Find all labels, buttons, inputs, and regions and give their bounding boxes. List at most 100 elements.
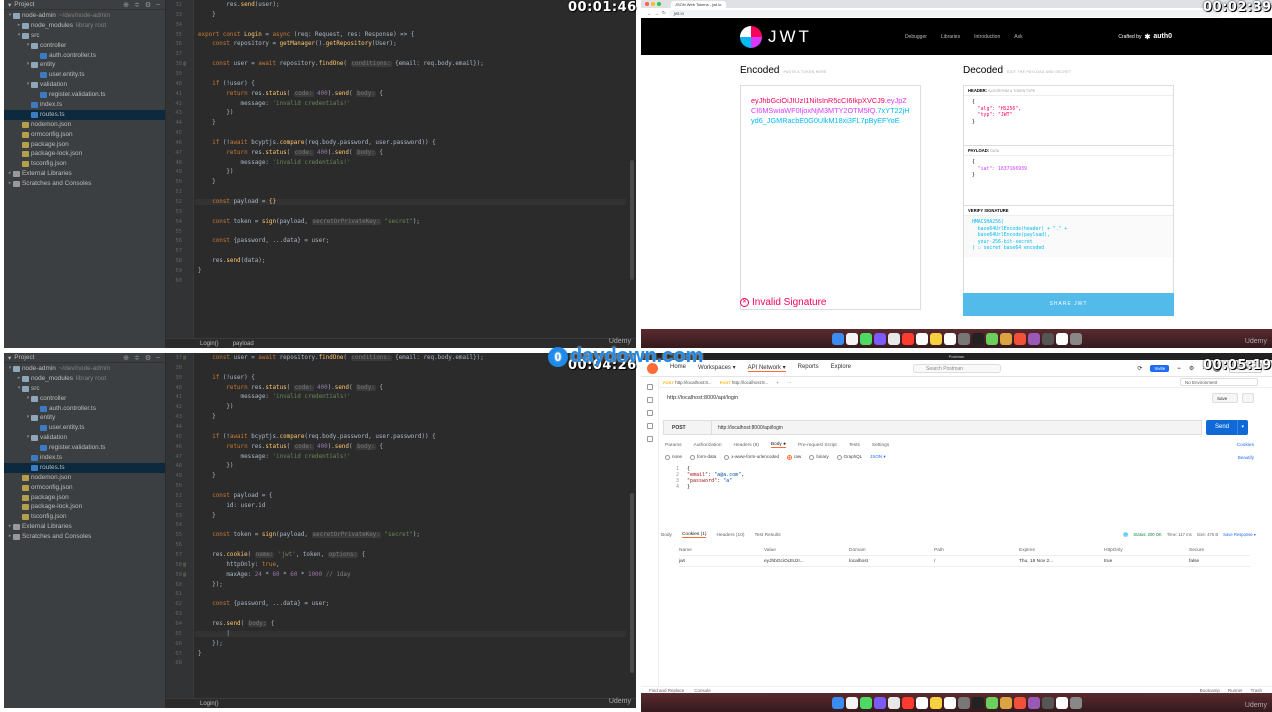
- nav-link[interactable]: Ask: [1014, 34, 1022, 40]
- response-tab[interactable]: Test Results: [754, 533, 780, 538]
- dock-app-icon[interactable]: [1041, 696, 1054, 709]
- save-response-button[interactable]: Save Response ▾: [1223, 532, 1256, 538]
- nav-item[interactable]: Workspaces ▾: [698, 364, 736, 372]
- send-button[interactable]: Send: [1206, 420, 1248, 435]
- dock-app-icon[interactable]: [999, 696, 1012, 709]
- request-subtab[interactable]: Headers (8): [734, 443, 759, 448]
- payload-json[interactable]: { "iat": 1637166939 }: [964, 156, 1173, 184]
- dock-app-icon[interactable]: [1055, 332, 1068, 345]
- dock-app-icon[interactable]: [929, 696, 942, 709]
- target-icon[interactable]: ⊕: [123, 354, 129, 362]
- dock-app-icon[interactable]: [831, 332, 844, 345]
- dock-app-icon[interactable]: [999, 332, 1012, 345]
- tree-item[interactable]: ormconfig.json: [4, 483, 165, 493]
- dock-app-icon[interactable]: [985, 696, 998, 709]
- breadcrumb-item[interactable]: Login(): [200, 341, 219, 347]
- verify-code[interactable]: HMACSHA256( base64UrlEncode(header) + ".…: [964, 216, 1173, 257]
- browser-tab[interactable]: JSON Web Tokens - jwt.io: [671, 1, 726, 8]
- request-tab-2[interactable]: POST http://localhost:8...: [720, 380, 769, 385]
- jwt-logo[interactable]: JWT: [740, 25, 812, 48]
- radio-icon[interactable]: [690, 454, 696, 460]
- radio-icon[interactable]: [836, 454, 842, 460]
- dock-app-icon[interactable]: [845, 696, 858, 709]
- tree-item[interactable]: ▸ node_modules library root: [4, 374, 165, 384]
- tree-item[interactable]: ▾ src: [4, 31, 165, 41]
- dock-app-icon[interactable]: [845, 332, 858, 345]
- dock-app-icon[interactable]: [873, 332, 886, 345]
- request-subtab[interactable]: Settings: [872, 443, 889, 448]
- nav-item[interactable]: Explore: [831, 364, 851, 372]
- tree-item[interactable]: ▸ External Libraries: [4, 169, 165, 179]
- header-json[interactable]: { "alg": "HS256", "typ": "JWT" }: [964, 96, 1173, 130]
- dock-app-icon[interactable]: [985, 332, 998, 345]
- maximize-dot[interactable]: [657, 2, 661, 6]
- scrollbar[interactable]: [630, 160, 634, 280]
- body-option[interactable]: binary: [809, 454, 829, 460]
- collapse-icon[interactable]: ≑: [134, 1, 140, 9]
- request-subtab[interactable]: Body ●: [770, 442, 787, 448]
- dock-app-icon[interactable]: [1027, 332, 1040, 345]
- tree-item[interactable]: user.entity.ts: [4, 423, 165, 433]
- tree-item[interactable]: user.entity.ts: [4, 70, 165, 80]
- dock-app-icon[interactable]: [1027, 696, 1040, 709]
- dock-app-icon[interactable]: [1013, 696, 1026, 709]
- tree-item[interactable]: ▾ validation: [4, 80, 165, 90]
- nav-link[interactable]: Introduction: [974, 34, 1000, 40]
- dock-app-icon[interactable]: [859, 332, 872, 345]
- body-option[interactable]: form-data: [690, 454, 716, 460]
- tree-item[interactable]: ▸ Scratches and Consoles: [4, 532, 165, 542]
- dock-app-icon[interactable]: [957, 696, 970, 709]
- code-editor[interactable]: 37 @38 39 40 41 42 43 44 45 46 47 48 49 50 51 52 53 54 55 5…: [166, 353, 636, 708]
- environment-select[interactable]: No Environment: [1180, 378, 1258, 386]
- tree-item[interactable]: index.ts: [4, 100, 165, 110]
- request-subtab[interactable]: Params: [665, 443, 682, 448]
- request-title[interactable]: http://localhost:8000/api/login: [667, 395, 738, 401]
- dock-app-icon[interactable]: [1055, 696, 1068, 709]
- apis-icon[interactable]: [646, 397, 653, 403]
- tree-item[interactable]: package.json: [4, 493, 165, 503]
- radio-icon[interactable]: [787, 454, 793, 460]
- request-body-editor[interactable]: 1{ 2 "email": "a@a.com", 3 "password": "…: [665, 466, 1254, 516]
- tree-item[interactable]: ▾ entity: [4, 60, 165, 70]
- collapse-icon[interactable]: ≑: [134, 354, 140, 362]
- tree-item[interactable]: package.json: [4, 140, 165, 150]
- dock-app-icon[interactable]: [901, 696, 914, 709]
- console-button[interactable]: Console: [694, 688, 711, 693]
- invite-button[interactable]: Invite: [1150, 364, 1170, 372]
- tree-item[interactable]: auth.controller.ts: [4, 404, 165, 414]
- tree-item[interactable]: register.validation.ts: [4, 443, 165, 453]
- nav-link[interactable]: Libraries: [941, 34, 960, 40]
- tree-item[interactable]: package-lock.json: [4, 502, 165, 512]
- dock-app-icon[interactable]: [901, 332, 914, 345]
- breadcrumb-item[interactable]: payload: [233, 341, 254, 347]
- tree-item[interactable]: auth.controller.ts: [4, 51, 165, 61]
- tree-item[interactable]: tsconfig.json: [4, 159, 165, 169]
- request-url-input[interactable]: http://localhost:8000/api/login: [711, 420, 1202, 435]
- share-jwt-button[interactable]: SHARE JWT: [963, 293, 1174, 316]
- history-icon[interactable]: [646, 436, 653, 442]
- dock-app-icon[interactable]: [971, 332, 984, 345]
- body-option[interactable]: none: [665, 454, 682, 460]
- tree-item[interactable]: ▸ node_modules library root: [4, 21, 165, 31]
- dock-app-icon[interactable]: [887, 696, 900, 709]
- response-tab[interactable]: Headers (10): [716, 533, 744, 538]
- dock-app-icon[interactable]: [943, 696, 956, 709]
- request-subtab[interactable]: Tests: [849, 443, 860, 448]
- tree-item[interactable]: package-lock.json: [4, 149, 165, 159]
- bootcamp-button[interactable]: Bootcamp: [1200, 688, 1220, 693]
- request-subtab[interactable]: Pre-request Script: [798, 443, 837, 448]
- tree-item[interactable]: index.ts: [4, 453, 165, 463]
- dock-app-icon[interactable]: [859, 696, 872, 709]
- back-icon[interactable]: ←: [647, 11, 652, 16]
- dock-app-icon[interactable]: [943, 332, 956, 345]
- dock-app-icon[interactable]: [887, 332, 900, 345]
- dock-app-icon[interactable]: [831, 696, 844, 709]
- crafted-by[interactable]: Crafted by ✱ auth0: [1118, 33, 1172, 41]
- body-option[interactable]: GraphQL: [836, 454, 862, 460]
- dock-app-icon[interactable]: [971, 696, 984, 709]
- code-editor[interactable]: 32 33 34 35 36 37 38 @39 40 41 42 43 44 45 46 47 48 49 50 5…: [166, 0, 636, 348]
- request-subtab[interactable]: Authorization: [694, 443, 722, 448]
- url-field[interactable]: jwt.io: [668, 9, 1222, 17]
- tree-item[interactable]: ▸ External Libraries: [4, 522, 165, 532]
- response-tab[interactable]: Body: [661, 533, 672, 538]
